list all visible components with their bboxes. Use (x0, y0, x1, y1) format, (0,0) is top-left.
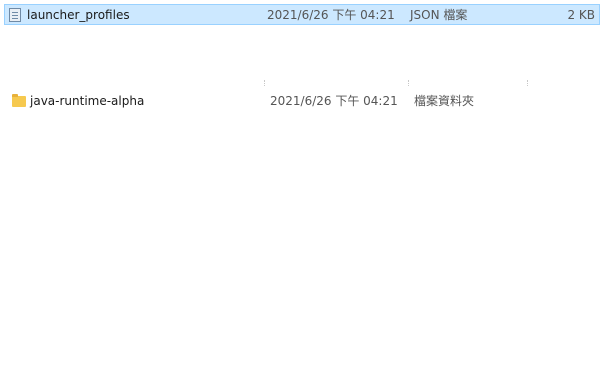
file-date-modified: 2021/6/26 下午 04:21 (267, 8, 395, 22)
folder-icon (12, 94, 26, 107)
column-separator (264, 80, 266, 86)
column-separator (527, 80, 529, 86)
json-file-icon (9, 8, 21, 22)
file-size: 2 KB (567, 8, 595, 22)
file-type: JSON 檔案 (410, 8, 468, 22)
file-row-java-runtime-alpha[interactable]: java-runtime-alpha 2021/6/26 下午 04:21 檔案… (8, 90, 598, 112)
file-date-modified: 2021/6/26 下午 04:21 (270, 94, 398, 108)
column-separator (408, 80, 410, 86)
file-name[interactable]: java-runtime-alpha (30, 90, 144, 112)
file-list-view: launcher_profiles 2021/6/26 下午 04:21 JSO… (0, 0, 601, 386)
file-name[interactable]: launcher_profiles (27, 5, 130, 26)
file-row-launcher-profiles[interactable]: launcher_profiles 2021/6/26 下午 04:21 JSO… (4, 4, 600, 25)
file-type: 檔案資料夾 (414, 94, 475, 108)
